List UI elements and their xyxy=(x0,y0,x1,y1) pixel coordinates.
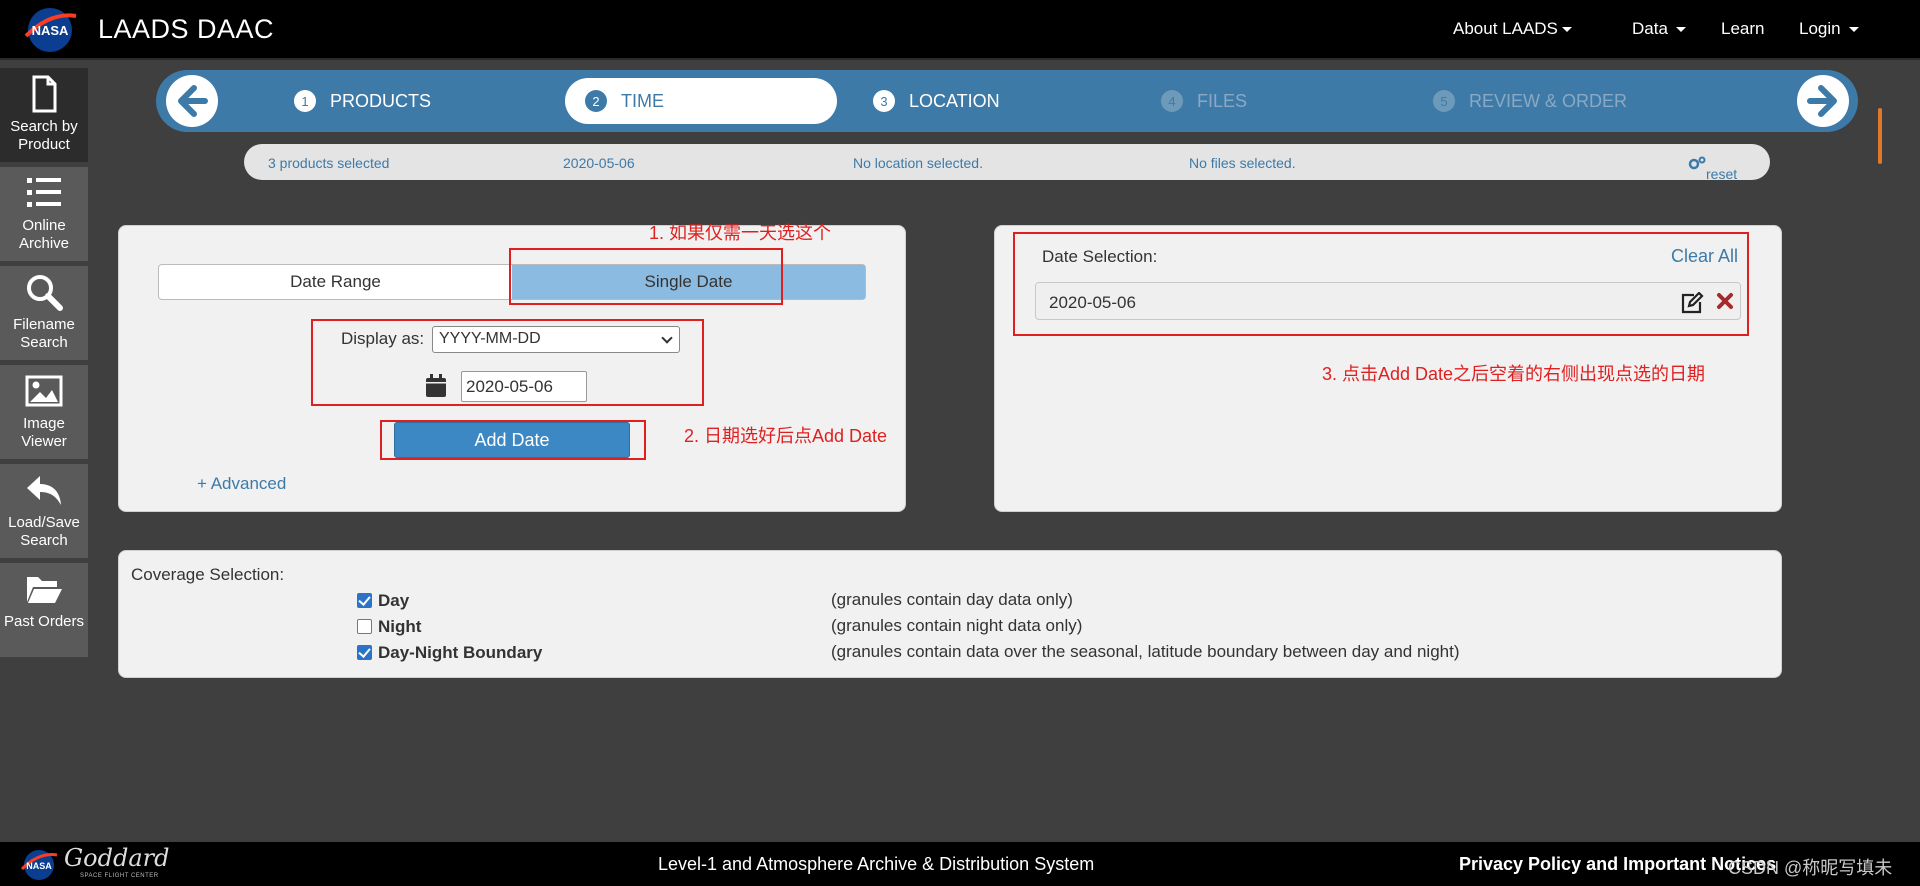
folder-open-icon xyxy=(27,577,62,603)
summary-files[interactable]: No files selected. xyxy=(1189,155,1296,171)
advanced-link[interactable]: + Advanced xyxy=(197,474,286,494)
step-files: 4 FILES xyxy=(1161,78,1247,124)
sidebar-item-image-viewer[interactable]: Image Viewer xyxy=(0,365,88,459)
coverage-night-label[interactable]: Night xyxy=(378,617,421,637)
sidebar-item-search-by-product[interactable]: Search by Product xyxy=(0,68,88,162)
annotation-note-1: 1. 如果仅需一天选这个 xyxy=(649,223,832,243)
summary-date[interactable]: 2020-05-06 xyxy=(563,155,635,171)
step-products[interactable]: 1 PRODUCTS xyxy=(294,78,431,124)
coverage-day-label[interactable]: Day xyxy=(378,591,409,611)
annotation-box-date-input xyxy=(311,319,704,406)
checkbox-day-night-boundary[interactable] xyxy=(357,645,372,660)
gears-icon xyxy=(1688,156,1706,170)
step-label: FILES xyxy=(1197,90,1248,111)
sidebar-item-online-archive[interactable]: Online Archive xyxy=(0,167,88,261)
annotation-note-2: 2. 日期选好后点Add Date xyxy=(684,426,888,446)
goddard-logo[interactable]: Goddard xyxy=(64,844,170,872)
chevron-down-icon xyxy=(1675,27,1686,33)
reset-link[interactable]: reset xyxy=(1688,155,1737,182)
nav-login[interactable]: Login xyxy=(1799,19,1859,39)
wizard-back-button[interactable] xyxy=(166,75,218,127)
footer-system-name: Level-1 and Atmosphere Archive & Distrib… xyxy=(658,854,1095,874)
step-location[interactable]: 3 LOCATION xyxy=(873,78,1000,124)
step-number: 4 xyxy=(1161,90,1183,112)
checkbox-day[interactable] xyxy=(357,593,372,608)
step-label: TIME xyxy=(621,90,664,111)
top-navbar: NASA LAADS DAAC About LAADS Data Learn L… xyxy=(0,0,1920,60)
reset-label: reset xyxy=(1706,166,1738,182)
sidebar-item-label: Past Orders xyxy=(3,613,85,630)
search-icon xyxy=(27,275,63,311)
annotation-box-selection xyxy=(1013,232,1749,336)
nav-learn[interactable]: Learn xyxy=(1721,19,1764,39)
svg-text:NASA: NASA xyxy=(32,23,69,38)
reply-icon xyxy=(27,476,61,505)
sidebar-item-label: Load/Save Search xyxy=(8,514,80,549)
arrow-left-icon xyxy=(178,85,208,117)
left-sidebar: Search by Product Online Archive Filenam… xyxy=(0,68,88,662)
svg-text:NASA: NASA xyxy=(26,861,52,871)
annotation-note-3: 3. 点击Add Date之后空着的右侧出现点选的日期 xyxy=(1322,364,1706,384)
step-number: 3 xyxy=(873,90,895,112)
annotation-box-add-date xyxy=(380,420,646,460)
coverage-title: Coverage Selection: xyxy=(131,565,285,584)
wizard-next-button[interactable] xyxy=(1797,75,1849,127)
nav-data[interactable]: Data xyxy=(1632,19,1686,39)
coverage-night-desc: (granules contain night data only) xyxy=(831,616,1083,635)
sidebar-item-filename-search[interactable]: Filename Search xyxy=(0,266,88,360)
image-icon xyxy=(25,375,63,407)
coverage-boundary-desc: (granules contain data over the seasonal… xyxy=(831,642,1460,661)
chevron-down-icon xyxy=(1848,27,1859,33)
selection-summary-bar: 3 products selected 2020-05-06 No locati… xyxy=(244,144,1770,182)
list-icon xyxy=(27,178,61,207)
document-icon xyxy=(32,75,57,113)
goddard-subtitle: SPACE FLIGHT CENTER xyxy=(80,873,159,879)
nav-about[interactable]: About LAADS xyxy=(1453,19,1572,39)
step-number: 1 xyxy=(294,90,316,112)
sidebar-item-label: Online Archive xyxy=(18,217,70,252)
coverage-day-desc: (granules contain day data only) xyxy=(831,590,1073,609)
step-time[interactable]: 2 TIME xyxy=(565,78,837,124)
annotation-box-single-date xyxy=(509,248,783,305)
checkbox-night[interactable] xyxy=(357,619,372,634)
step-label: PRODUCTS xyxy=(330,90,432,111)
tab-date-range[interactable]: Date Range xyxy=(159,265,512,299)
page-scrollbar[interactable] xyxy=(1878,108,1882,164)
footer: NASA Goddard SPACE FLIGHT CENTER Level-1… xyxy=(0,842,1920,886)
step-review-order: 5 REVIEW & ORDER xyxy=(1433,78,1627,124)
nasa-footer-logo[interactable]: NASA xyxy=(20,848,58,882)
summary-location[interactable]: No location selected. xyxy=(853,155,983,171)
step-number: 5 xyxy=(1433,90,1455,112)
sidebar-item-label: Image Viewer xyxy=(21,415,67,450)
nasa-logo[interactable]: NASA xyxy=(22,6,78,54)
step-number: 2 xyxy=(585,90,607,112)
wizard-steps: 1 PRODUCTS 2 TIME 3 LOCATION 4 FILES 5 REVIEW… xyxy=(156,70,1858,132)
sidebar-item-past-orders[interactable]: Past Orders xyxy=(0,563,88,657)
sidebar-item-label: Search by Product xyxy=(10,118,78,153)
arrow-right-icon xyxy=(1807,85,1837,117)
summary-products[interactable]: 3 products selected xyxy=(268,155,389,171)
chevron-down-icon xyxy=(1561,27,1572,33)
brand-title[interactable]: LAADS DAAC xyxy=(98,14,274,45)
sidebar-item-load-save-search[interactable]: Load/Save Search xyxy=(0,464,88,558)
step-label: LOCATION xyxy=(909,90,1000,111)
sidebar-item-label: Filename Search xyxy=(13,316,75,351)
step-label: REVIEW & ORDER xyxy=(1469,90,1628,111)
watermark: CSDN @称昵写填未 xyxy=(1728,858,1893,878)
coverage-boundary-label[interactable]: Day-Night Boundary xyxy=(378,643,542,663)
